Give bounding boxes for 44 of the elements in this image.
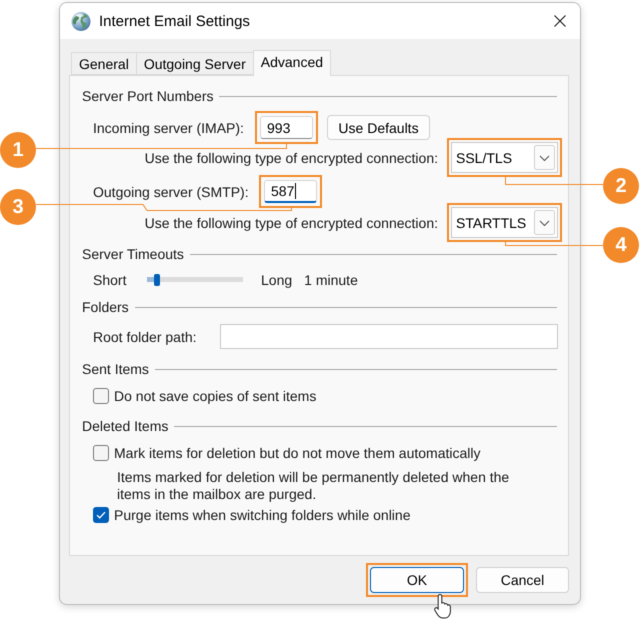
checkbox[interactable]: [93, 507, 109, 523]
callout-number: 1: [0, 132, 36, 168]
field-label: Root folder path:: [93, 328, 198, 344]
section-heading: Server Port Numbers: [82, 88, 214, 104]
encryption-dropdown[interactable]: SSL/TLS: [451, 142, 558, 173]
callout-number: 3: [0, 189, 36, 225]
slider-label: Short: [93, 272, 128, 288]
checkbox-label: Mark items for deletion but do not move them automatically: [114, 445, 481, 461]
section-heading: Deleted Items: [82, 418, 168, 434]
checkbox[interactable]: [93, 388, 109, 404]
input-field[interactable]: [220, 324, 558, 349]
text-cursor-icon: [295, 183, 296, 199]
section-heading: Sent Items: [82, 361, 149, 377]
field-label: Use the following type of encrypted connection:: [144, 214, 438, 230]
dialog-button[interactable]: OK: [370, 567, 464, 593]
port-field[interactable]: 587: [264, 180, 317, 203]
checkbox-label: Do not save copies of sent items: [114, 388, 316, 404]
slider-label: Long: [261, 272, 292, 288]
field-label: Outgoing server (SMTP):: [93, 184, 250, 200]
callout-number: 4: [603, 227, 639, 263]
encryption-dropdown[interactable]: STARTTLS: [451, 207, 558, 238]
checkbox[interactable]: [93, 445, 109, 461]
window-title: Internet Email Settings: [99, 12, 250, 30]
tab[interactable]: Advanced: [252, 50, 332, 76]
section-heading: Folders: [82, 299, 129, 315]
field-label: Incoming server (IMAP):: [93, 120, 245, 136]
tab[interactable]: Outgoing Server: [136, 52, 254, 75]
slider-thumb[interactable]: [154, 274, 160, 286]
timeout-value: 1 minute: [304, 272, 358, 288]
port-field[interactable]: 993: [260, 116, 313, 139]
chevron-down-icon: [534, 210, 555, 235]
section-heading: Server Timeouts: [82, 246, 184, 262]
use-defaults-button[interactable]: Use Defaults: [327, 115, 430, 140]
checkbox-label: Purge items when switching folders while online: [114, 507, 410, 523]
hand-cursor-icon: [433, 593, 453, 620]
dialog-button[interactable]: Cancel: [476, 567, 569, 593]
callout-number: 2: [603, 168, 639, 204]
help-text: Items marked for deletion will be permanently deleted when the items in the mailbox are purged.: [117, 469, 510, 503]
tab[interactable]: General: [71, 52, 137, 75]
field-label: Use the following type of encrypted connection:: [144, 150, 438, 166]
globe-icon: [71, 10, 91, 32]
chevron-down-icon: [534, 145, 555, 170]
close-icon: [554, 15, 566, 27]
checkmark-icon: [96, 511, 106, 519]
